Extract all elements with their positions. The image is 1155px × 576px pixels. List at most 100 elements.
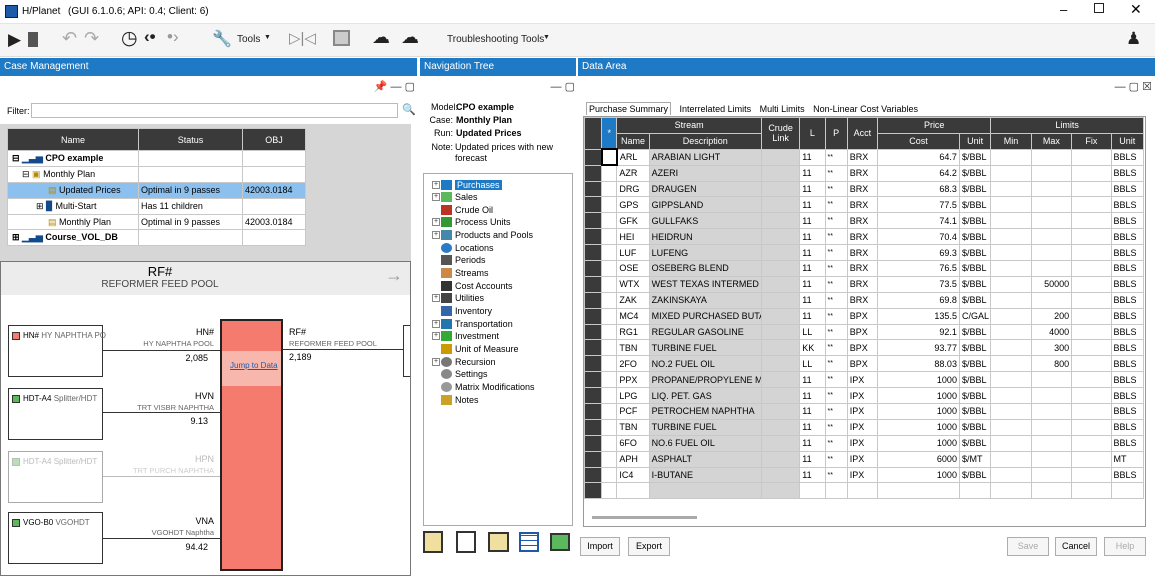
purchase-row[interactable]: GPS GIPPSLAND 11 ** BRX 77.5 $/BBL BBLS [584, 196, 1145, 214]
cell-crude-link[interactable] [760, 355, 801, 373]
cell-acct[interactable]: IPX [846, 387, 879, 405]
cell-l[interactable]: 11 [799, 371, 826, 389]
cell-fix[interactable] [1071, 323, 1112, 341]
cell-max[interactable] [1030, 180, 1073, 198]
cell-l[interactable]: 11 [799, 387, 826, 405]
cell-price-unit[interactable]: $/BBL [958, 418, 992, 436]
table-icon[interactable] [519, 532, 539, 552]
help-button[interactable]: Help [1104, 537, 1146, 556]
filter-input[interactable] [31, 103, 398, 118]
cell-min[interactable] [990, 228, 1032, 246]
cell-max[interactable] [1030, 244, 1073, 262]
cell-l[interactable]: 11 [799, 466, 826, 484]
cell-max[interactable] [1030, 212, 1073, 230]
cell-description[interactable]: PETROCHEM NAPHTHA [648, 403, 762, 420]
cell-fix[interactable] [1071, 244, 1112, 262]
cell-fix[interactable] [1071, 466, 1112, 484]
row-marker[interactable] [601, 403, 618, 420]
empty-row[interactable] [584, 482, 1145, 500]
arrow-right-icon[interactable]: → [385, 265, 403, 286]
row-marker[interactable] [601, 164, 618, 182]
nav-item-investment[interactable]: + Investment [432, 330, 499, 342]
cell-p[interactable]: ** [824, 466, 848, 484]
purchase-row[interactable]: MC4 MIXED PURCHASED BUTA 11 ** BPX 135.5 C/GAL… [584, 307, 1145, 325]
row-marker[interactable] [601, 355, 618, 373]
cell-cost[interactable]: 6000 [877, 450, 960, 468]
cell-fix[interactable] [1071, 387, 1112, 405]
nav-item-notes[interactable]: Notes [441, 394, 479, 406]
cell-description[interactable]: ASPHALT [648, 450, 762, 468]
cell-max[interactable] [1030, 164, 1073, 182]
cell-limit-unit[interactable]: BBLS [1110, 180, 1145, 198]
cell-description[interactable]: LIQ. PET. GAS [648, 387, 762, 405]
purchase-row[interactable]: HEI HEIDRUN 11 ** BRX 70.4 $/BBL BBLS [584, 228, 1145, 246]
cell-crude-link[interactable] [760, 228, 801, 246]
cell-description[interactable]: NO.6 FUEL OIL [648, 434, 762, 452]
cell-max[interactable] [1030, 466, 1073, 484]
import-button[interactable]: Import [580, 537, 620, 556]
cell-max[interactable] [1030, 196, 1073, 214]
cell-max[interactable] [1030, 371, 1073, 389]
purchase-row[interactable]: TBN TURBINE FUEL 11 ** IPX 1000 $/BBL BBLS [584, 418, 1145, 436]
cell-acct[interactable]: IPX [846, 466, 879, 484]
cell-price-unit[interactable]: $/BBL [958, 228, 992, 246]
cell-p[interactable]: ** [824, 418, 848, 436]
cell-crude-link[interactable] [760, 260, 801, 277]
cell-l[interactable]: LL [799, 355, 826, 373]
undo-icon[interactable]: ↶ [62, 28, 77, 49]
minimize-icon[interactable]: – [1060, 2, 1067, 17]
case-row[interactable]: ⊞ ▉ Multi-Start Has 11 children [7, 197, 306, 215]
split-icon[interactable]: ▷|◁ [289, 29, 316, 47]
redo-icon[interactable]: ↷ [84, 28, 99, 49]
cell-p[interactable]: ** [824, 291, 848, 309]
cell-min[interactable] [990, 323, 1032, 341]
cell-name[interactable]: LPG [616, 387, 650, 405]
row-marker[interactable] [601, 307, 618, 325]
cell-limit-unit[interactable]: BBLS [1110, 260, 1145, 277]
purchase-row[interactable]: ZAK ZAKINSKAYA 11 ** BRX 69.8 $/BBL BBLS [584, 291, 1145, 309]
cell-acct[interactable]: BRX [846, 291, 879, 309]
cell-limit-unit[interactable]: BBLS [1110, 148, 1145, 166]
cell-cost[interactable]: 74.1 [877, 212, 960, 230]
cell-crude-link[interactable] [760, 180, 801, 198]
cell-fix[interactable] [1071, 275, 1112, 293]
nav-item-products-pools[interactable]: + Products and Pools [432, 229, 533, 241]
cell-p[interactable]: ** [824, 450, 848, 468]
cell-l[interactable]: 11 [799, 244, 826, 262]
cell-max[interactable] [1030, 403, 1073, 420]
cell-fix[interactable] [1071, 307, 1112, 325]
cell-p[interactable]: ** [824, 339, 848, 357]
cell-fix[interactable] [1071, 355, 1112, 373]
cell-cost[interactable]: 77.5 [877, 196, 960, 214]
nav-item-crude-oil[interactable]: Crude Oil [441, 204, 493, 216]
cell-acct[interactable]: BPX [846, 339, 879, 357]
cell-min[interactable] [990, 339, 1032, 357]
cell-limit-unit[interactable]: BBLS [1110, 212, 1145, 230]
cell-description[interactable]: WEST TEXAS INTERMED [648, 275, 762, 293]
purchase-row[interactable]: RG1 REGULAR GASOLINE LL ** BPX 92.1 $/BBL 4000 B… [584, 323, 1145, 341]
case-row[interactable]: ▤ Monthly Plan Optimal in 9 passes 42003.0… [7, 213, 306, 231]
downstream-box[interactable] [403, 325, 410, 377]
cell-min[interactable] [990, 260, 1032, 277]
cell-p[interactable]: ** [824, 148, 848, 166]
cell-cost[interactable]: 1000 [877, 387, 960, 405]
report-icon[interactable] [423, 531, 443, 553]
cloud-upload-icon[interactable]: ☁ [401, 27, 419, 48]
cell-min[interactable] [990, 466, 1032, 484]
cell-limit-unit[interactable]: BBLS [1110, 466, 1145, 484]
cell-l[interactable]: 11 [799, 291, 826, 309]
chevron-down-icon[interactable]: ▼ [543, 34, 550, 41]
cell-max[interactable] [1030, 260, 1073, 277]
purchase-row[interactable]: GFK GULLFAKS 11 ** BRX 74.1 $/BBL BBLS [584, 212, 1145, 230]
cell-name[interactable]: RG1 [616, 323, 650, 341]
cell-cost[interactable]: 69.3 [877, 244, 960, 262]
purchase-row[interactable]: IC4 I-BUTANE 11 ** IPX 1000 $/BBL BBLS [584, 466, 1145, 484]
row-marker[interactable] [601, 434, 618, 452]
cell-min[interactable] [990, 212, 1032, 230]
cell-acct[interactable]: IPX [846, 450, 879, 468]
nav-item-purchases[interactable]: + Purchases [432, 179, 502, 191]
close-icon[interactable]: ✕ [1130, 1, 1142, 18]
history-icon[interactable]: ◷ [121, 27, 138, 50]
cell-cost[interactable]: 93.77 [877, 339, 960, 357]
nav-item-unit-of-measure[interactable]: Unit of Measure [441, 343, 519, 355]
